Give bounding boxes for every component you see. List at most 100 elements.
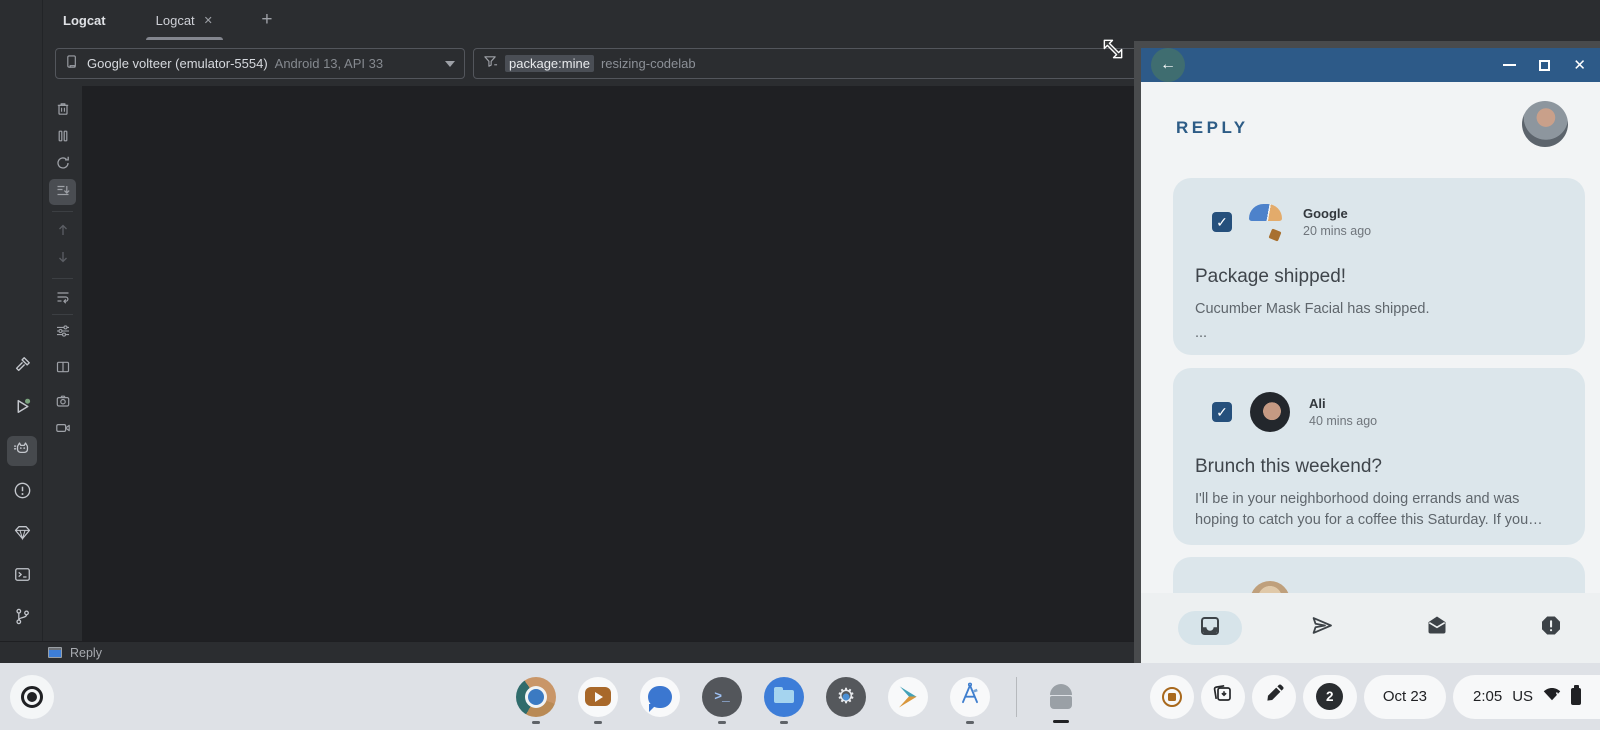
maximize-button[interactable] (1539, 60, 1550, 71)
running-window-label[interactable]: Reply (70, 646, 102, 660)
gear-center (843, 693, 850, 700)
email-body: I'll be in your neighborhood doing erran… (1195, 489, 1563, 532)
profile-avatar[interactable] (1522, 101, 1568, 147)
window-thumbnail-icon (48, 647, 62, 658)
pause-icon (55, 128, 71, 149)
date-label: Oct 23 (1383, 688, 1427, 705)
parachute-canopy (1249, 204, 1282, 221)
stylus-tools-button[interactable] (1252, 675, 1296, 719)
device-name: Google volteer (emulator-5554) (87, 56, 268, 71)
files-app-icon[interactable] (764, 677, 804, 717)
settings-app-icon[interactable]: ⚙ (826, 677, 866, 717)
window-controls: ✕ (1503, 48, 1586, 82)
email-card-google[interactable]: ✓ Google 20 mins ago Package shipped! Cu… (1173, 178, 1585, 355)
app-quality-insights-tool-button[interactable] (7, 520, 37, 550)
run-tool-button[interactable] (7, 394, 37, 424)
git-branch-icon (13, 607, 32, 631)
back-arrow-icon: ← (1160, 56, 1176, 74)
previous-occurrence-button[interactable] (49, 219, 76, 245)
logcat-toolbar (43, 86, 82, 641)
email-checkbox[interactable]: ✓ (1212, 402, 1232, 422)
capture-windows-icon (1211, 682, 1235, 711)
inbox-icon (1198, 614, 1222, 643)
close-tab-icon[interactable]: ✕ (204, 14, 213, 27)
exclamation-circle-icon (13, 481, 32, 505)
close-button[interactable]: ✕ (1573, 58, 1586, 73)
clear-logcat-button[interactable] (49, 98, 76, 124)
screenshot-button[interactable] (49, 390, 76, 416)
minimize-button[interactable] (1503, 64, 1516, 66)
chromium-ring (525, 686, 547, 708)
notification-count-badge: 2 (1316, 683, 1343, 710)
logcat-tab-label: Logcat (156, 13, 195, 28)
screen-record-button[interactable] (49, 417, 76, 443)
launcher-button[interactable] (10, 675, 54, 719)
chromium-app-icon[interactable] (516, 677, 556, 717)
problems-tool-button[interactable] (7, 478, 37, 508)
chevron-down-icon (445, 61, 455, 67)
version-control-tool-button[interactable] (7, 604, 37, 634)
back-button[interactable]: ← (1151, 48, 1185, 82)
screen-capture-button[interactable] (1201, 675, 1245, 719)
pause-logcat-button[interactable] (49, 125, 76, 151)
logcat-tool-button[interactable] (7, 436, 37, 466)
system-tray: 2 Oct 23 2:05 US (1150, 663, 1600, 730)
chromium-dot (528, 689, 544, 705)
notification-counter[interactable]: 2 (1303, 675, 1357, 719)
messages-app-icon[interactable] (640, 677, 680, 717)
terminal-icon (13, 565, 32, 589)
terminal-app-icon[interactable]: >_ (702, 677, 742, 717)
reply-app-content: REPLY ✓ Google 20 mins ago (1141, 82, 1600, 663)
device-selector-dropdown[interactable]: Google volteer (emulator-5554) Android 1… (55, 48, 465, 79)
terminal-tool-button[interactable] (7, 562, 37, 592)
email-checkbox[interactable]: ✓ (1212, 212, 1232, 232)
youtube-app-icon[interactable] (578, 677, 618, 717)
filter-query-text[interactable]: resizing-codelab (601, 56, 696, 71)
wifi-icon (1543, 687, 1561, 706)
open-mail-icon (1425, 614, 1449, 643)
nav-mail[interactable] (1425, 614, 1449, 643)
android-head (1050, 684, 1072, 695)
run-icon (13, 397, 32, 421)
logcat-settings-button[interactable] (49, 320, 76, 346)
sliders-icon (55, 323, 71, 344)
youtube-play-icon (585, 687, 611, 706)
sender-name: Google (1303, 206, 1371, 221)
window-titlebar[interactable]: ← ✕ (1141, 48, 1600, 82)
sender-block: Google 20 mins ago (1303, 206, 1371, 238)
nav-send[interactable] (1310, 614, 1334, 643)
arrow-down-icon (55, 249, 71, 270)
nav-inbox-selected[interactable] (1178, 611, 1242, 645)
email-header-row: ✓ Ali 40 mins ago (1212, 392, 1563, 432)
keyboard-layout-label: US (1512, 688, 1533, 705)
launcher-dot (27, 692, 37, 702)
filter-key-chip[interactable]: package:mine (505, 55, 594, 72)
chat-bubble-icon (648, 686, 672, 708)
status-tray-button[interactable]: 2:05 US (1453, 675, 1600, 719)
email-card-ali[interactable]: ✓ Ali 40 mins ago Brunch this weekend? I… (1173, 368, 1585, 545)
device-details: Android 13, API 33 (275, 56, 383, 71)
scroll-to-end-button[interactable] (49, 179, 76, 205)
next-occurrence-button[interactable] (49, 246, 76, 272)
bottom-navigation (1141, 593, 1600, 663)
record-icon (1162, 687, 1182, 707)
split-panels-button[interactable] (49, 356, 76, 382)
panel-title: Logcat (63, 13, 106, 28)
android-body (1050, 696, 1072, 709)
email-more-ellipsis: ... (1195, 325, 1563, 341)
date-button[interactable]: Oct 23 (1364, 675, 1446, 719)
play-store-app-icon[interactable] (888, 677, 928, 717)
android-emulator-icon[interactable] (1043, 679, 1079, 715)
logcat-tab[interactable]: Logcat ✕ (152, 0, 217, 40)
play-store-icon (896, 685, 920, 709)
android-studio-app-icon[interactable] (950, 677, 990, 717)
system-shelf: >_ ⚙ (0, 663, 1600, 730)
logcat-tab-bar: Logcat Logcat ✕ + (43, 0, 1600, 40)
add-tab-button[interactable]: + (255, 9, 279, 31)
shelf-app-icons: >_ ⚙ (516, 663, 1079, 730)
nav-alert[interactable] (1539, 614, 1563, 643)
soft-wrap-button[interactable] (49, 286, 76, 312)
screen-record-indicator-button[interactable] (1150, 675, 1194, 719)
restart-logcat-button[interactable] (49, 152, 76, 178)
build-tool-button[interactable] (7, 352, 37, 382)
